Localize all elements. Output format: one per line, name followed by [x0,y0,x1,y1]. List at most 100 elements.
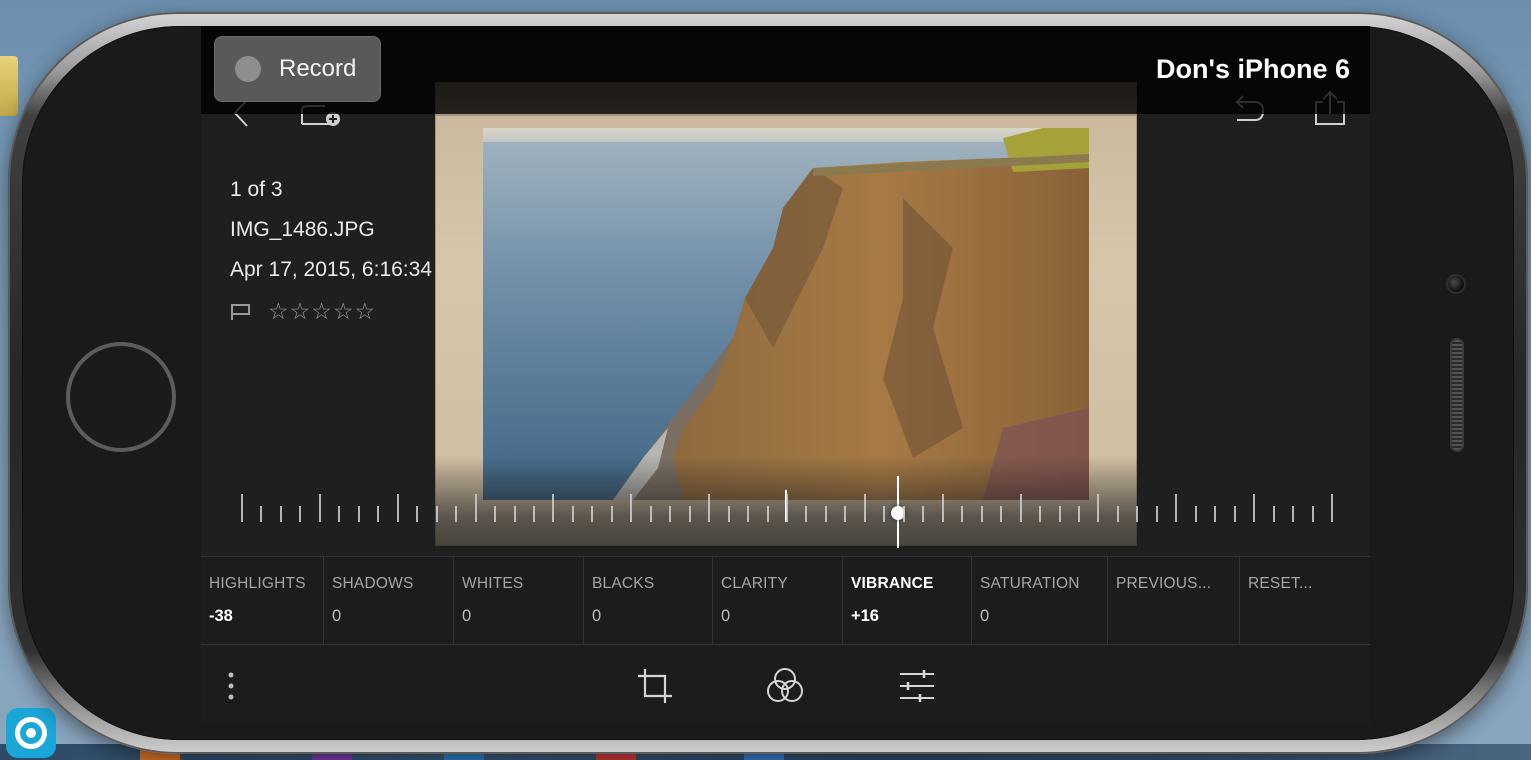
slider-tick [552,494,555,522]
slider-tick [786,494,788,522]
adj-value: 0 [721,607,731,625]
slider-tick [474,494,477,522]
recorder-overlay: Record Don's iPhone 6 [201,26,1370,114]
slider-tick [279,506,282,522]
adj-label: SHADOWS [332,575,414,592]
slider-tick [1311,506,1314,522]
slider-tick [416,506,419,522]
slider-tick [1136,506,1139,522]
star-rating[interactable]: ☆☆☆☆☆ [268,298,376,325]
bottom-toolbar [201,646,1370,725]
adj-value: 0 [462,607,472,625]
photo-filename: IMG_1486.JPG [230,218,375,241]
record-dot-icon [235,56,261,82]
adj-previous[interactable]: PREVIOUS... [1108,557,1240,644]
flag-and-rating: ☆☆☆☆☆ [230,298,376,325]
adj-saturation[interactable]: SATURATION 0 [972,557,1108,644]
slider-tick [513,506,516,522]
slider-tick [1331,494,1333,522]
flag-icon[interactable] [230,302,252,322]
front-camera [1446,274,1466,294]
slider-tick [610,506,613,522]
slider-tick [708,494,711,522]
adj-label: HIGHLIGHTS [209,575,306,592]
slider-tick [844,506,847,522]
slider-tick [883,506,886,522]
adj-shadows[interactable]: SHADOWS 0 [324,557,454,644]
slider-tick [1233,506,1236,522]
color-circles-icon[interactable] [765,666,805,706]
adj-label: PREVIOUS... [1116,575,1212,592]
slider-tick [922,506,925,522]
slider-tick [1019,494,1022,522]
adj-blacks[interactable]: BLACKS 0 [584,557,713,644]
adj-label: RESET... [1248,575,1313,592]
slider-tick [980,506,983,522]
crop-icon[interactable] [635,666,675,706]
adj-label: VIBRANCE [851,575,934,592]
slider-tick [1194,506,1197,522]
slider-tick [1214,506,1217,522]
earpiece-speaker [1450,338,1464,452]
record-button[interactable]: Record [214,36,381,102]
record-label: Record [279,55,357,82]
slider-tick [1175,494,1178,522]
adj-label: SATURATION [980,575,1080,592]
phone-screen: 1 of 3 IMG_1486.JPG Apr 17, 2015, 6:16:3… [201,26,1370,725]
slider-tick [377,506,380,522]
adjustment-slider[interactable] [241,476,1333,548]
slider-tick [902,506,905,522]
adj-vibrance[interactable]: VIBRANCE +16 [843,557,972,644]
slider-tick [961,506,964,522]
basic-adjustments-row: HIGHLIGHTS -38 SHADOWS 0 WHITES 0 BLACKS… [201,556,1370,645]
slider-tick [1039,506,1042,522]
photo-counter: 1 of 3 [230,178,283,201]
sliders-icon[interactable] [897,666,937,706]
slider-tick [1116,506,1119,522]
adj-reset[interactable]: RESET... [1240,557,1370,644]
slider-tick [435,506,438,522]
desktop-window-edge [0,56,18,116]
home-button[interactable] [66,342,176,452]
slider-tick [396,494,399,522]
slider-tick [649,506,652,522]
slider-tick [241,494,243,522]
slider-tick [1272,506,1275,522]
adj-value: 0 [332,607,342,625]
slider-tick [688,506,691,522]
iphone-frame: 1 of 3 IMG_1486.JPG Apr 17, 2015, 6:16:3… [8,12,1528,754]
slider-tick [630,494,633,522]
adj-highlights[interactable]: HIGHLIGHTS -38 [201,557,324,644]
slider-tick [863,494,866,522]
slider-tick [260,506,263,522]
adj-clarity[interactable]: CLARITY 0 [713,557,843,644]
slider-tick [1097,494,1100,522]
more-vertical-icon[interactable] [211,666,251,706]
slider-tick [1253,494,1256,522]
aperture-app-icon[interactable] [6,708,56,758]
adj-whites[interactable]: WHITES 0 [454,557,584,644]
slider-tick [766,506,769,522]
slider-tick [747,506,750,522]
slider-tick [532,506,535,522]
adj-label: BLACKS [592,575,655,592]
device-name: Don's iPhone 6 [1156,54,1350,84]
photo-canvas[interactable] [483,128,1089,500]
slider-tick [941,494,944,522]
slider-tick [669,506,672,522]
slider-tick [318,494,321,522]
slider-tick [1292,506,1295,522]
adj-value: +16 [851,607,879,625]
slider-tick [299,506,302,522]
slider-tick [1000,506,1003,522]
slider-tick [591,506,594,522]
slider-tick [338,506,341,522]
adj-value: 0 [980,607,990,625]
adj-value: -38 [209,607,233,625]
photo-date: Apr 17, 2015, 6:16:34 AM [230,258,469,281]
slider-tick [727,506,730,522]
adj-label: WHITES [462,575,524,592]
slider-tick [455,506,458,522]
slider-tick [824,506,827,522]
slider-tick [1155,506,1158,522]
